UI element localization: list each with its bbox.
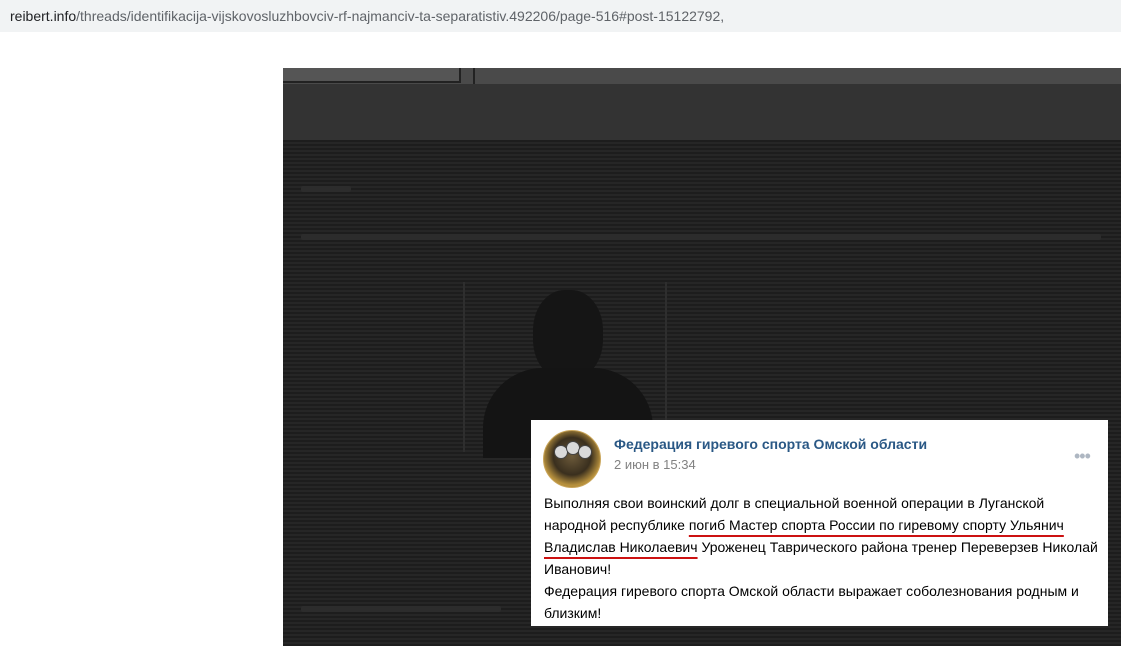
group-name-link[interactable]: Федерация гиревого спорта Омской области	[614, 436, 927, 452]
post-text: Выполняя свои воинский долг в специально…	[544, 492, 1104, 624]
group-avatar[interactable]	[543, 430, 601, 488]
address-bar[interactable]: reibert.info/threads/identifikacija-vijs…	[0, 0, 1121, 32]
post-timestamp[interactable]: 2 июн в 15:34	[614, 457, 696, 472]
post-paragraph-1: Выполняя свои воинский долг в специально…	[544, 495, 1098, 577]
underlined-text-1: погиб Мастер спорта России по гиревому с…	[688, 517, 1064, 533]
post-paragraph-2: Федерация гиревого спорта Омской области…	[544, 583, 1079, 621]
more-dots-icon[interactable]: •••	[1074, 446, 1091, 467]
vk-post-card: Федерация гиревого спорта Омской области…	[531, 420, 1108, 626]
underlined-text-2: Владислав Николаевич	[544, 539, 698, 555]
image-toolbar-area	[283, 68, 1121, 140]
url-path: /threads/identifikacija-vijskovosluzhbov…	[76, 8, 725, 24]
url-host: reibert.info	[10, 8, 77, 24]
url-text[interactable]: reibert.info/threads/identifikacija-vijs…	[10, 8, 724, 24]
